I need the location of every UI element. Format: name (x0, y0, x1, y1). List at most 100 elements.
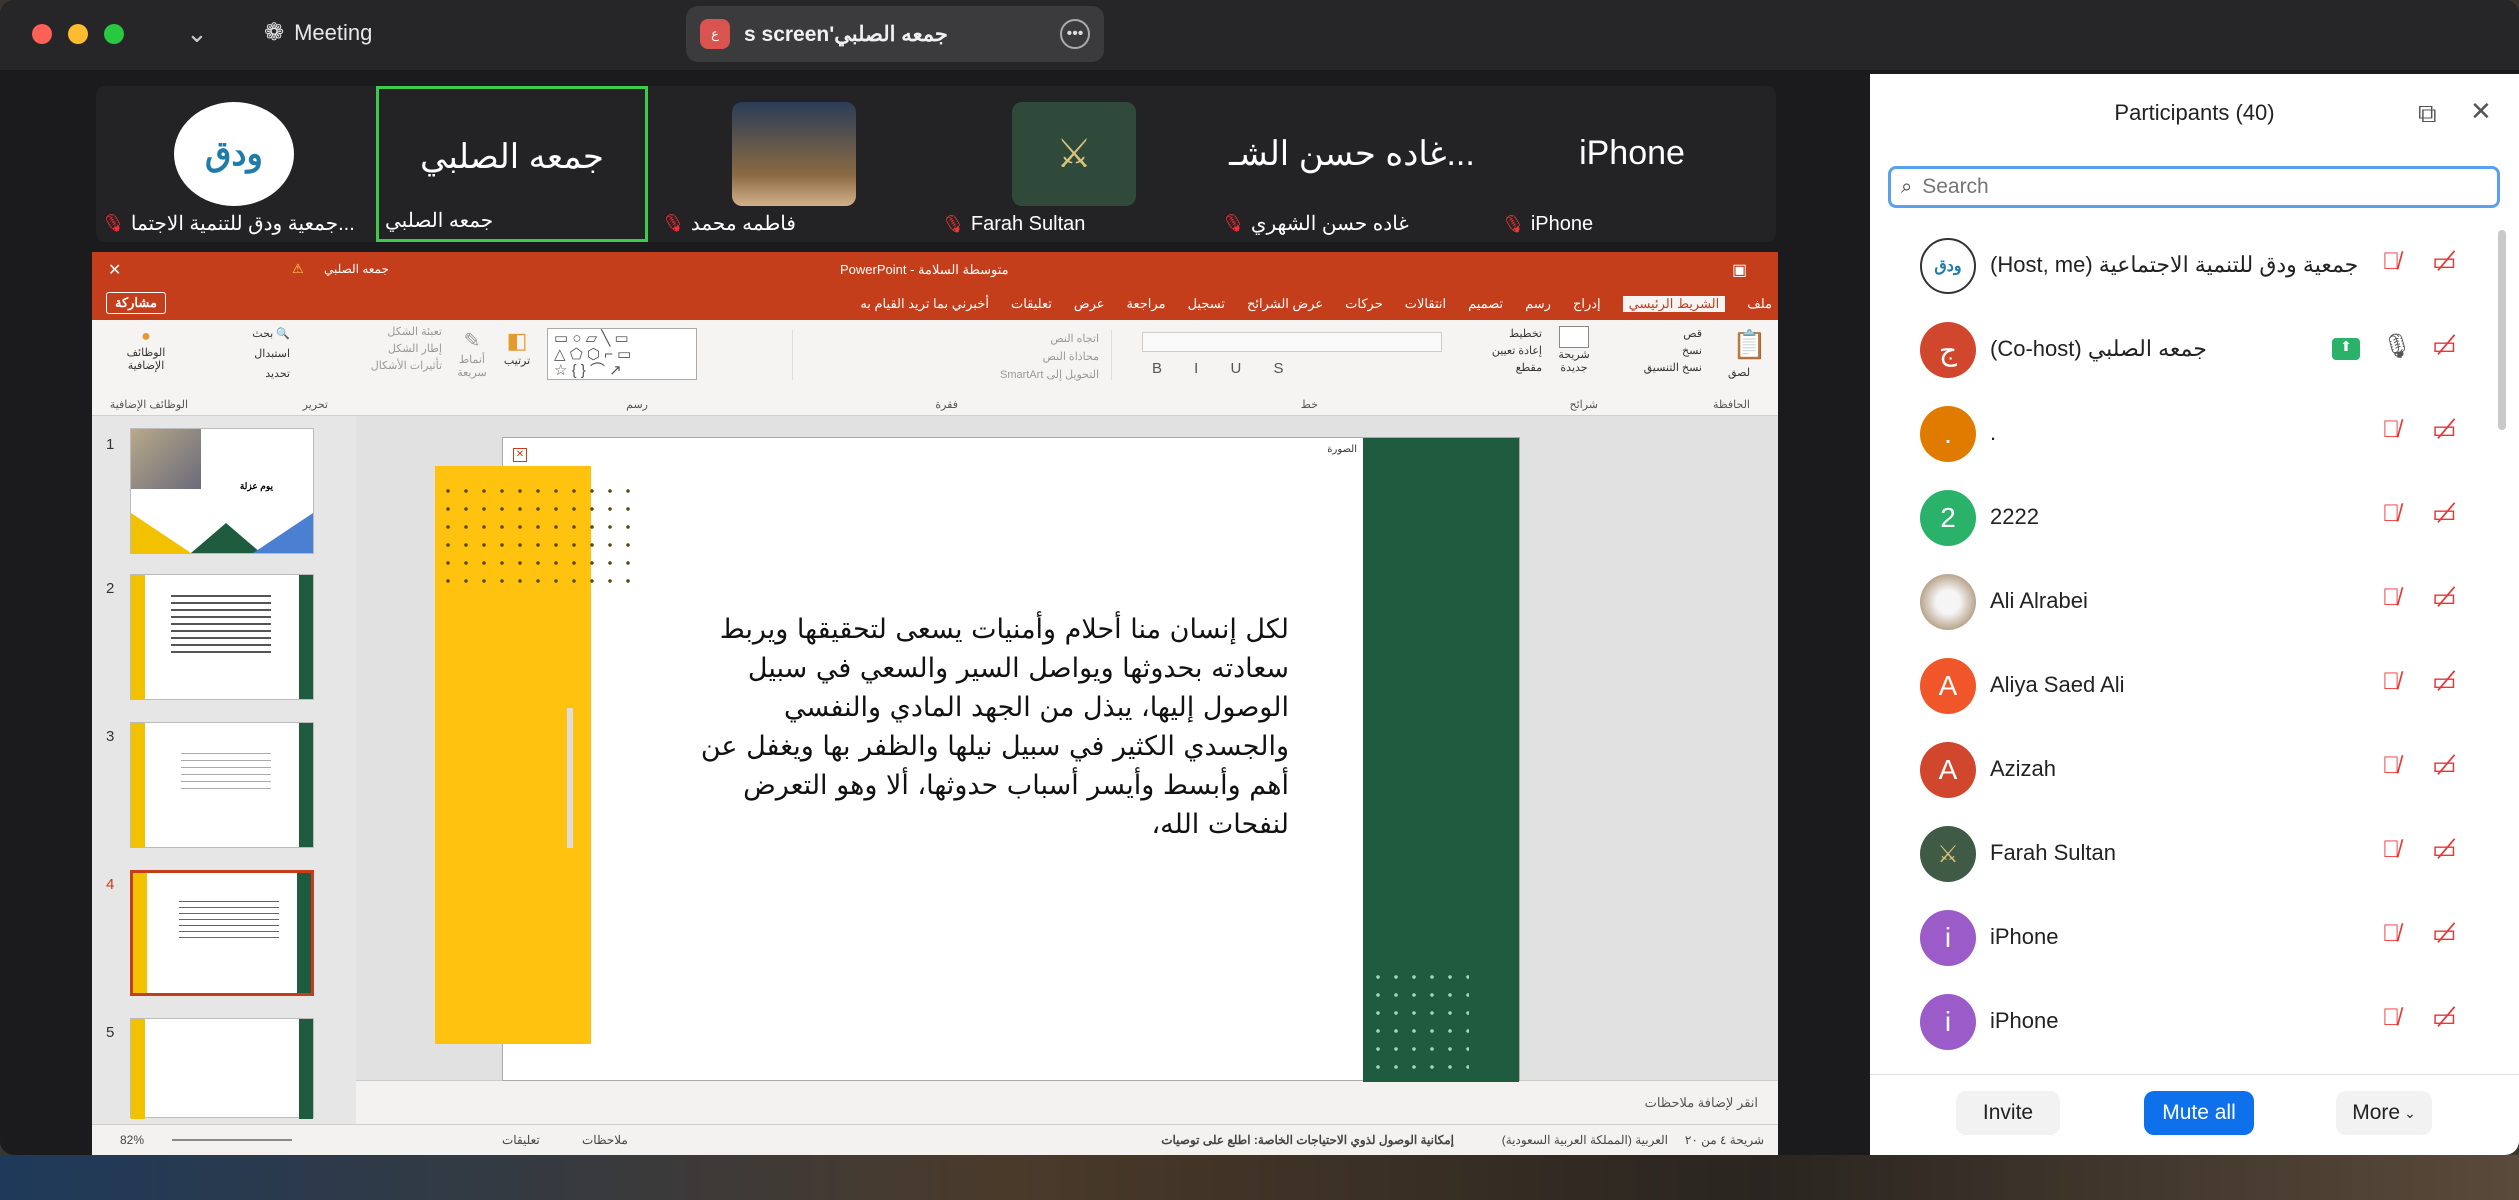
participant-row[interactable]: i iPhone 🎙̸ ▭̸ (1870, 896, 2519, 980)
tab-view[interactable]: عرض (1074, 296, 1105, 312)
more-options-icon[interactable]: ••• (1060, 19, 1090, 49)
addins-button[interactable]: ● الوظائف الإضافية (116, 328, 176, 372)
status-notes[interactable]: ملاحظات (582, 1133, 628, 1147)
replace-label[interactable]: استبدال (200, 344, 290, 364)
slide-thumb-2[interactable] (130, 574, 314, 700)
arrange-button[interactable]: ◧ ترتيب (492, 328, 542, 367)
participant-row[interactable]: . . 🎙̸ ▭̸ (1870, 392, 2519, 476)
zoom-slider[interactable] (172, 1139, 292, 1141)
video-tile[interactable]: غاده حسن الشـ... 🎙 غاده حسن الشهري (1216, 86, 1488, 242)
video-off-icon[interactable]: ▭̸ (2432, 834, 2457, 865)
video-off-icon[interactable]: ▭̸ (2432, 246, 2457, 277)
slide-body-text[interactable]: لكل إنسان منا أحلام وأمنيات يسعى لتحقيقه… (689, 610, 1289, 844)
reset-label[interactable]: إعادة تعيين (1462, 343, 1542, 360)
popout-icon[interactable]: ⧉ (2418, 98, 2437, 130)
tab-draw[interactable]: رسم (1525, 296, 1551, 312)
shape-fill-label[interactable]: تعبئة الشكل (302, 324, 442, 341)
slide-thumb-4-selected[interactable] (130, 870, 314, 996)
tab-review[interactable]: مراجعة (1127, 296, 1166, 312)
slide-thumb-3[interactable] (130, 722, 314, 848)
status-accessibility[interactable]: إمكانية الوصول لذوي الاحتياجات الخاصة: ا… (1161, 1133, 1454, 1147)
tab-slideshow[interactable]: عرض الشرائح (1247, 296, 1323, 312)
video-off-icon[interactable]: ▭̸ (2432, 1002, 2457, 1033)
meeting-menu[interactable]: ❁ Meeting (264, 18, 372, 47)
layout-label[interactable]: تخطيط (1462, 326, 1542, 343)
chevron-down-icon[interactable]: ⌄ (186, 18, 208, 49)
participant-row[interactable]: ودق جمعية ودق للتنمية الاجتماعية (Host, … (1870, 224, 2519, 308)
participant-scrollbar[interactable] (2498, 230, 2506, 430)
mic-muted-icon[interactable]: 🎙̸ (2382, 836, 2400, 864)
tab-insert[interactable]: إدراج (1573, 296, 1601, 312)
shape-outline-label[interactable]: إطار الشكل (302, 341, 442, 358)
font-name-field[interactable] (1142, 332, 1442, 352)
tell-me-field[interactable]: أخبرني بما تريد القيام به (860, 296, 989, 312)
video-tile[interactable]: ودق 🎙 جمعية ودق للتنمية الاجتما... (96, 86, 368, 242)
search-input[interactable] (1922, 175, 2463, 199)
video-off-icon[interactable]: ▭̸ (2432, 498, 2457, 529)
tab-transitions[interactable]: انتقالات (1405, 296, 1446, 312)
smartart-label[interactable]: التحويل إلى SmartArt (1000, 368, 1099, 381)
mic-muted-icon[interactable]: 🎙̸ (2382, 668, 2400, 696)
slide-close-icon[interactable]: ✕ (513, 448, 527, 462)
participant-row[interactable]: A Azizah 🎙̸ ▭̸ (1870, 728, 2519, 812)
mic-muted-icon[interactable]: 🎙̸ (2382, 416, 2400, 444)
participant-row[interactable]: ⚔ Farah Sultan 🎙̸ ▭̸ (1870, 812, 2519, 896)
mic-muted-icon[interactable]: 🎙̸ (2382, 920, 2400, 948)
video-tile-active[interactable]: جمعه الصلبي جمعه الصلبي (376, 86, 648, 242)
mic-on-icon[interactable]: 🎙 (2382, 332, 2412, 361)
new-slide-button[interactable]: شريحة جديدة (1544, 326, 1604, 374)
status-comments[interactable]: تعليقات (502, 1133, 540, 1147)
video-tile[interactable]: ⚔ 🎙 Farah Sultan (936, 86, 1208, 242)
notes-pane[interactable]: انقر لإضافة ملاحظات (356, 1080, 1778, 1124)
close-icon[interactable]: ✕ (108, 260, 121, 280)
more-button[interactable]: More ⌄ (2336, 1091, 2432, 1135)
mic-muted-icon[interactable]: 🎙̸ (2382, 500, 2400, 528)
tab-file[interactable]: ملف (1747, 296, 1772, 312)
tab-record[interactable]: تسجيل (1188, 296, 1225, 312)
mic-muted-icon[interactable]: 🎙̸ (2382, 584, 2400, 612)
ppt-share-button[interactable]: مشاركة (106, 292, 166, 314)
tab-animations[interactable]: حركات (1345, 296, 1383, 312)
quick-styles-button[interactable]: ✎ أنماط سريعة (452, 328, 492, 379)
cut-label[interactable]: قص (1612, 326, 1702, 343)
participant-row[interactable]: ج جمعه الصلبي (Co-host) ⬆ 🎙 ▭̸ (1870, 308, 2519, 392)
invite-button[interactable]: Invite (1956, 1091, 2060, 1135)
search-box[interactable]: ⌕ (1888, 166, 2500, 208)
close-icon[interactable]: ✕ (2470, 96, 2492, 127)
font-format-buttons[interactable]: B I U S (1152, 360, 1298, 377)
video-off-icon[interactable]: ▭̸ (2432, 666, 2457, 697)
section-label[interactable]: مقطع (1462, 360, 1542, 377)
mic-muted-icon[interactable]: 🎙̸ (2382, 1004, 2400, 1032)
save-icon[interactable]: ▣ (1732, 260, 1747, 280)
slide-thumb-5[interactable] (130, 1018, 314, 1119)
select-label[interactable]: تحديد (200, 364, 290, 384)
maximize-window-button[interactable] (104, 24, 124, 44)
align-text-label[interactable]: محاذاة النص (1043, 350, 1099, 363)
close-window-button[interactable] (32, 24, 52, 44)
tab-design[interactable]: تصميم (1468, 296, 1503, 312)
share-pill[interactable]: ع s screen'جمعه الصلبي ••• (686, 6, 1104, 62)
participant-row[interactable]: 2 2222 🎙̸ ▭̸ (1870, 476, 2519, 560)
video-off-icon[interactable]: ▭̸ (2432, 918, 2457, 949)
video-tile[interactable]: 🎙 فاطمه محمد (656, 86, 928, 242)
video-off-icon[interactable]: ▭̸ (2432, 414, 2457, 445)
text-direction-label[interactable]: اتجاه النص (1050, 332, 1099, 345)
shapes-gallery[interactable]: ▭ ○ ▱ ╲ ▭ △ ⬠ ⬡ ⌐ ▭ ☆ { } ⌒ ↗ (547, 328, 697, 380)
copy-label[interactable]: نسخ (1612, 343, 1702, 360)
shape-effects-label[interactable]: تأثيرات الأشكال (302, 358, 442, 375)
find-button[interactable]: 🔍 بحث (200, 324, 290, 344)
mute-all-button[interactable]: Mute all (2144, 1091, 2254, 1135)
format-painter-label[interactable]: نسخ التنسيق (1612, 360, 1702, 377)
mic-muted-icon[interactable]: 🎙̸ (2382, 248, 2400, 276)
video-off-icon[interactable]: ▭̸ (2432, 330, 2457, 361)
video-off-icon[interactable]: ▭̸ (2432, 582, 2457, 613)
tab-home[interactable]: الشريط الرئيسي (1622, 296, 1726, 312)
participant-row[interactable]: Ali Alrabei 🎙̸ ▭̸ (1870, 560, 2519, 644)
paste-icon[interactable]: 📋 (1732, 328, 1767, 361)
video-off-icon[interactable]: ▭̸ (2432, 750, 2457, 781)
participant-row[interactable]: A Aliya Saed Ali 🎙̸ ▭̸ (1870, 644, 2519, 728)
minimize-window-button[interactable] (68, 24, 88, 44)
paste-label[interactable]: لصق (1728, 366, 1750, 379)
participant-row[interactable]: i iPhone 🎙̸ ▭̸ (1870, 980, 2519, 1054)
video-tile[interactable]: iPhone 🎙 iPhone (1496, 86, 1768, 242)
